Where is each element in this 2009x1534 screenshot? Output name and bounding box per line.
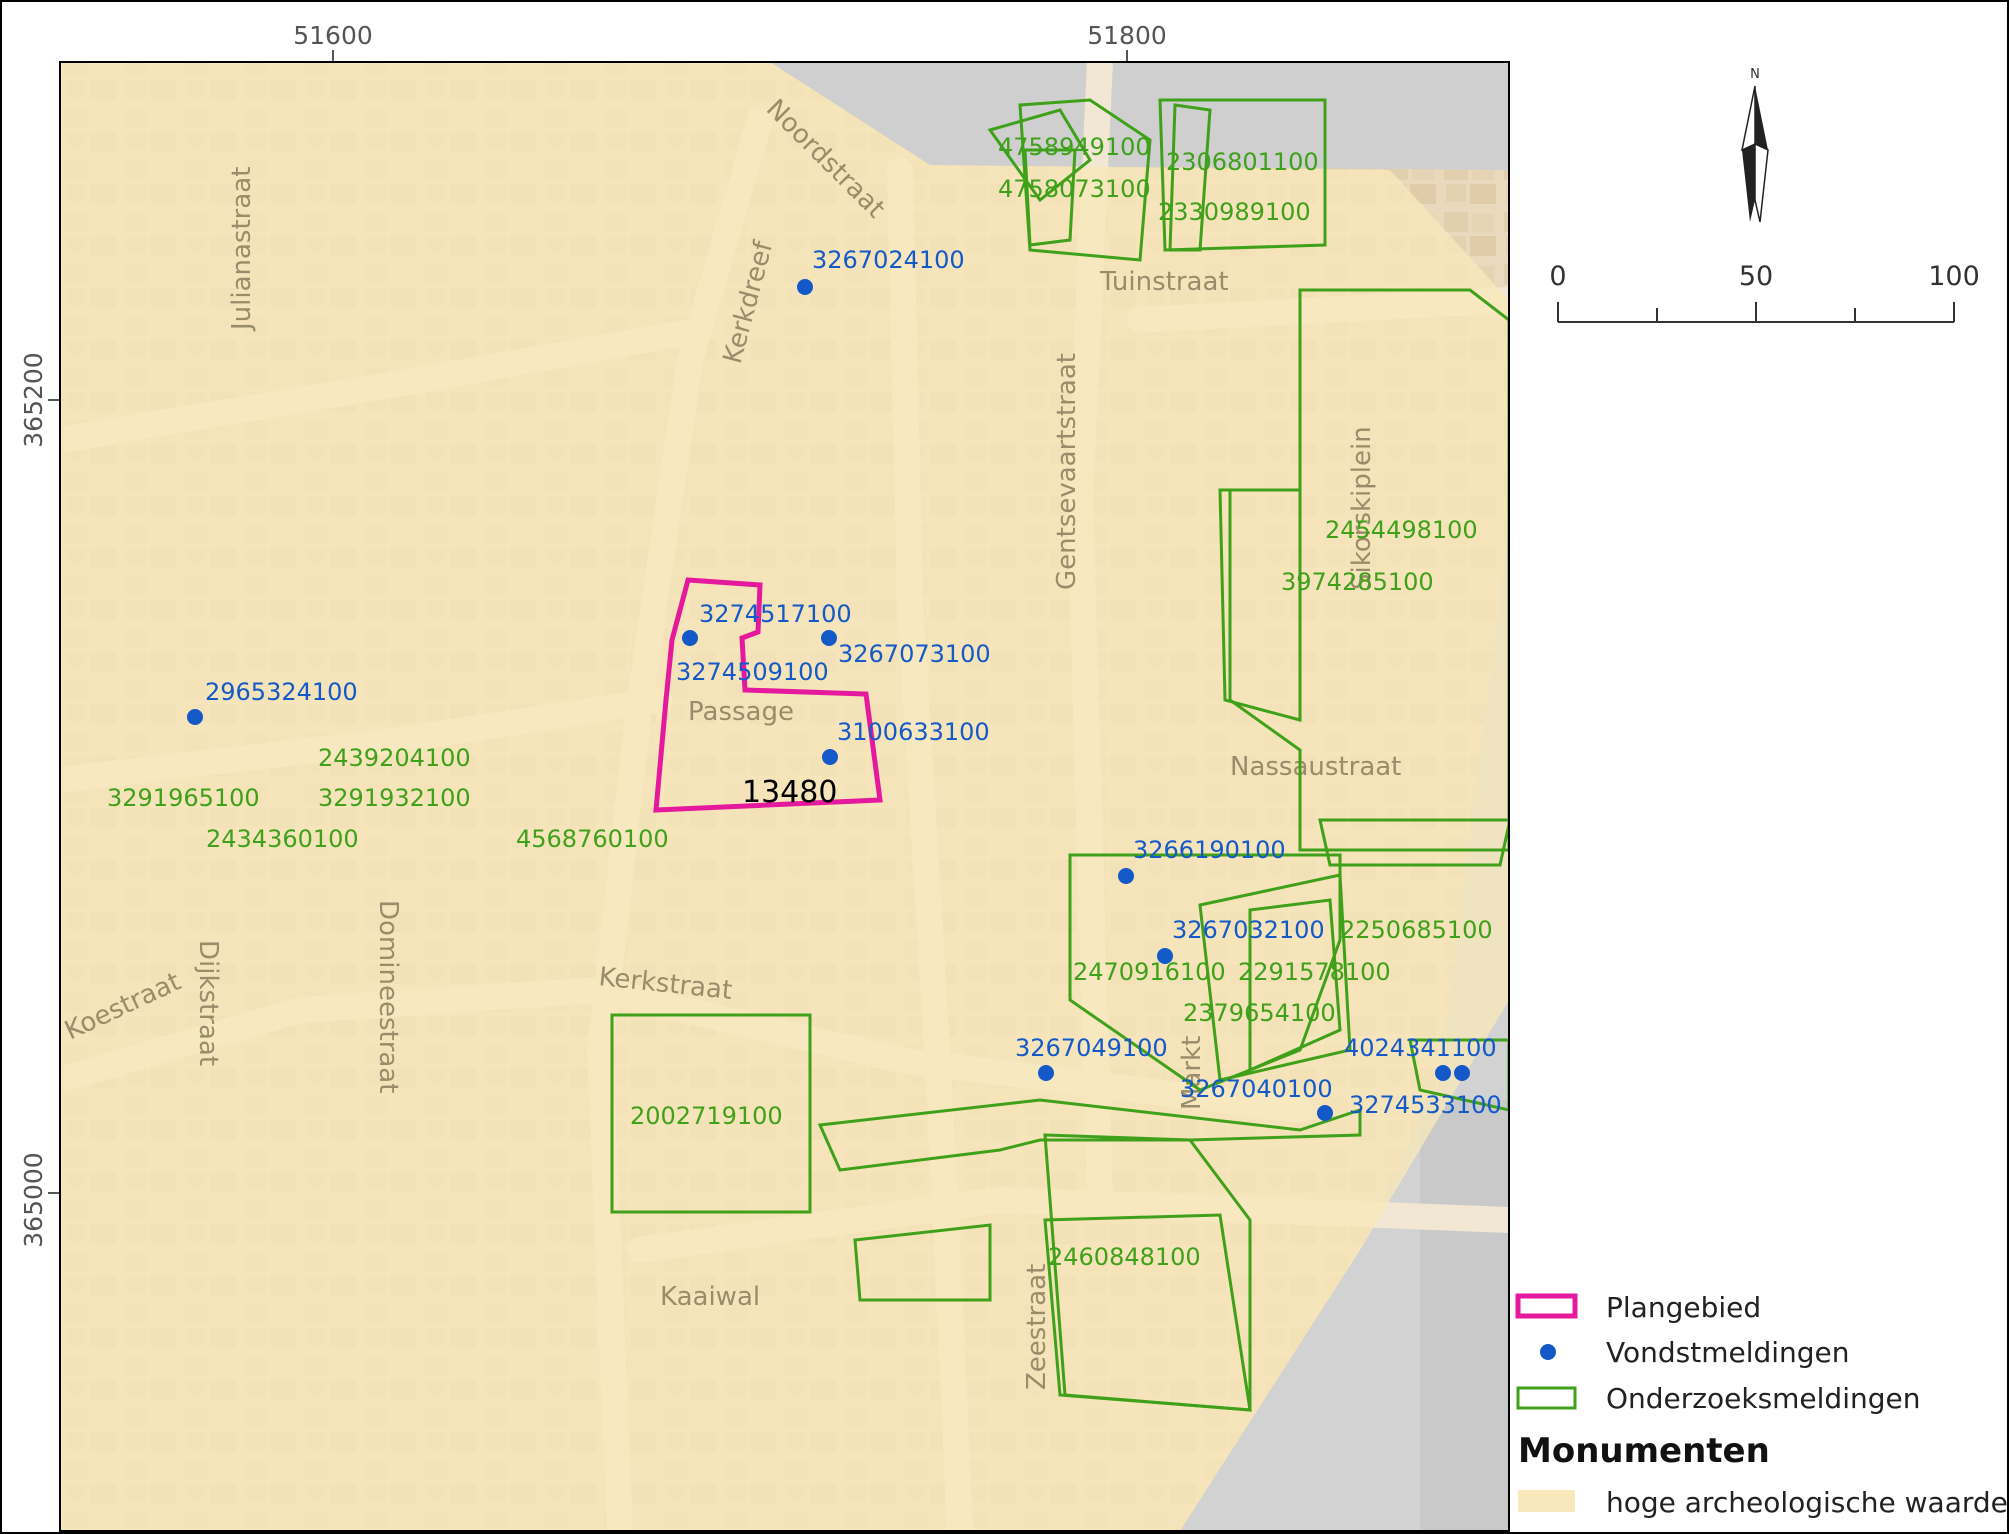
- find-point[interactable]: [1038, 1065, 1054, 1081]
- find-label: 3100633100: [837, 718, 990, 746]
- find-label: 3267073100: [838, 640, 991, 668]
- street-label: Nassaustraat: [1230, 752, 1401, 782]
- find-point[interactable]: [797, 279, 813, 295]
- scale-label: 100: [1928, 261, 1980, 292]
- research-label: 2454498100: [1325, 516, 1478, 544]
- research-label: 4758949100: [998, 133, 1151, 161]
- research-label: 3974285100: [1281, 568, 1434, 596]
- street-label: Kaaiwal: [660, 1282, 760, 1312]
- find-label: 3266190100: [1133, 836, 1286, 864]
- research-label: 2291578100: [1238, 958, 1391, 986]
- find-point[interactable]: [1454, 1065, 1470, 1081]
- find-label: 2965324100: [205, 678, 358, 706]
- find-point[interactable]: [822, 749, 838, 765]
- legend-item: Vondstmeldingen: [1606, 1336, 1850, 1369]
- legend-group-title: Monumenten: [1518, 1431, 1770, 1471]
- find-point[interactable]: [1435, 1065, 1451, 1081]
- research-label: 4568760100: [516, 825, 669, 853]
- legend-item: Onderzoeksmeldingen: [1606, 1382, 1920, 1415]
- grid-label-x: 51800: [1087, 21, 1167, 50]
- basemap-grey-area: [1420, 1100, 1509, 1531]
- research-label: 2002719100: [630, 1102, 783, 1130]
- legend-item: hoge archeologische waarde: [1606, 1486, 2008, 1519]
- find-label: 4024341100: [1344, 1034, 1497, 1062]
- find-point[interactable]: [1317, 1105, 1333, 1121]
- legend-swatch-vondst: [1540, 1344, 1556, 1360]
- street-label: Tuinstraat: [1099, 267, 1229, 297]
- street-label: Zeestraat: [1022, 1264, 1052, 1390]
- research-label: 4758073100: [998, 175, 1151, 203]
- research-label: 2379654100: [1183, 999, 1336, 1027]
- research-label: 2250685100: [1340, 916, 1493, 944]
- street-label: Gentsevaartstraat: [1052, 353, 1082, 590]
- find-label: 3274533100: [1349, 1091, 1502, 1119]
- map-figure: 51600 51800 365200 365000 Julianastraat …: [0, 0, 2009, 1534]
- find-label: 3267032100: [1172, 916, 1325, 944]
- research-label: 2306801100: [1166, 148, 1319, 176]
- street-label: Sikorskiplein: [1347, 426, 1377, 590]
- grid-label-y: 365200: [19, 352, 48, 447]
- legend-item: Plangebied: [1606, 1291, 1761, 1324]
- street-label: Dijkstraat: [193, 940, 223, 1066]
- research-label: 2460848100: [1048, 1243, 1201, 1271]
- street-label: Passage: [688, 697, 794, 727]
- scale-label: 50: [1739, 261, 1773, 292]
- find-label: 3274517100: [699, 600, 852, 628]
- street-label: Julianastraat: [227, 167, 257, 332]
- map-canvas[interactable]: Julianastraat Noordstraat Kerkdreef Tuin…: [60, 60, 1510, 1531]
- research-label: 3291932100: [318, 784, 471, 812]
- research-label: 2439204100: [318, 744, 471, 772]
- grid-label-y: 365000: [19, 1152, 48, 1247]
- research-label: 3291965100: [107, 784, 260, 812]
- research-label: 2470916100: [1073, 958, 1226, 986]
- find-label: 3267049100: [1015, 1034, 1168, 1062]
- find-point[interactable]: [821, 630, 837, 646]
- find-point[interactable]: [187, 709, 203, 725]
- north-label: N: [1750, 67, 1760, 82]
- find-label: 3267024100: [812, 246, 965, 274]
- research-label: 2330989100: [1158, 198, 1311, 226]
- find-label: 3267040100: [1180, 1075, 1333, 1103]
- street-label: Domineestraat: [373, 900, 403, 1093]
- grid-label-x: 51600: [293, 21, 373, 50]
- find-point[interactable]: [682, 630, 698, 646]
- research-label: 2434360100: [206, 825, 359, 853]
- scale-label: 0: [1549, 261, 1566, 292]
- legend-swatch-monument: [1518, 1490, 1575, 1512]
- find-label: 3274509100: [676, 658, 829, 686]
- find-point[interactable]: [1118, 868, 1134, 884]
- plangebied-label: 13480: [742, 775, 837, 810]
